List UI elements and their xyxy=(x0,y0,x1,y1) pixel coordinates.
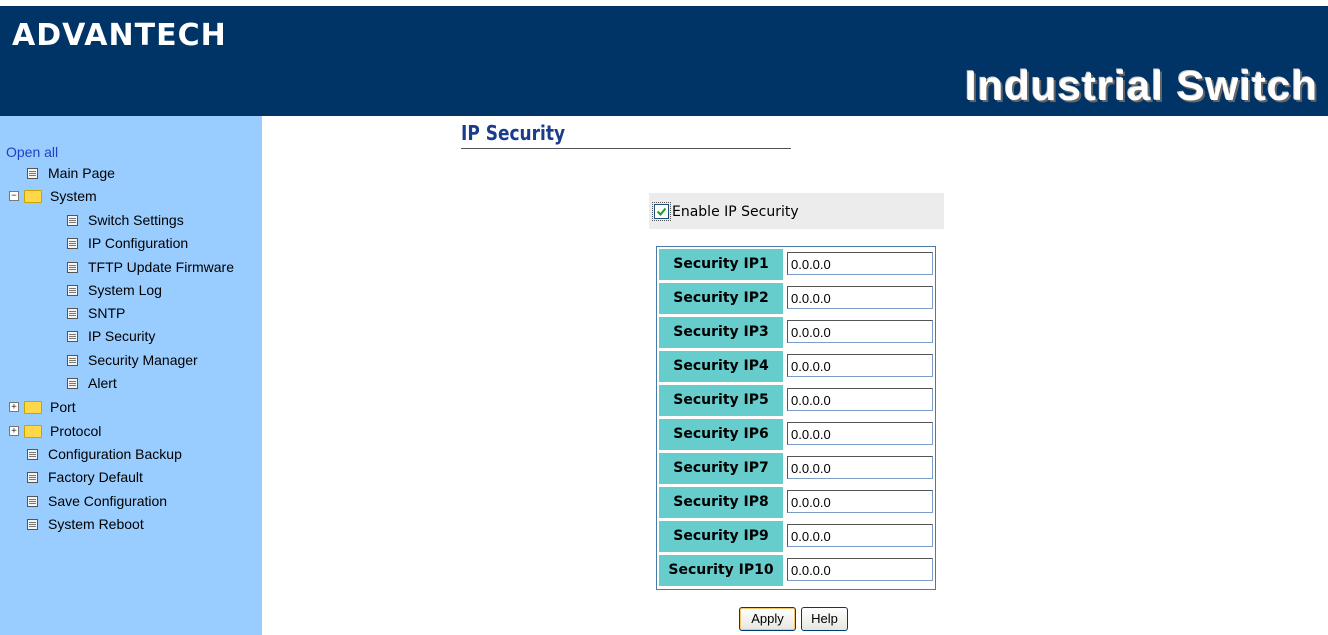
open-all-link[interactable]: Open all xyxy=(6,142,58,162)
security-ip-label: Security IP7 xyxy=(659,453,783,484)
security-ip-label: Security IP5 xyxy=(659,385,783,416)
sidebar-item-protocol[interactable]: + Protocol xyxy=(9,421,101,441)
header-banner: ADVANTECH Industrial Switch xyxy=(0,6,1328,116)
sidebar-item-label: Security Manager xyxy=(88,352,198,368)
security-ip-input[interactable]: 0.0.0.0 xyxy=(787,354,933,377)
sidebar-item-label: System Log xyxy=(88,282,162,298)
sidebar-item-label: Save Configuration xyxy=(48,493,168,509)
sidebar-item-label: SNTP xyxy=(88,305,126,321)
sidebar-item-system-reboot[interactable]: System Reboot xyxy=(27,514,144,534)
security-ip-label: Security IP9 xyxy=(659,521,783,552)
security-ip-label: Security IP1 xyxy=(659,249,783,280)
sidebar-item-label: Configuration Backup xyxy=(48,446,182,462)
sidebar-item-label: TFTP Update Firmware xyxy=(88,259,234,275)
sidebar-item-save-configuration[interactable]: Save Configuration xyxy=(27,491,167,511)
security-ip-input[interactable]: 0.0.0.0 xyxy=(787,252,933,275)
sidebar-item-system-log[interactable]: System Log xyxy=(67,280,162,300)
sidebar-item-label: Switch Settings xyxy=(88,212,184,228)
page-icon xyxy=(27,448,38,460)
expand-icon[interactable]: + xyxy=(9,426,19,436)
page-icon xyxy=(67,261,78,273)
sidebar: Open all Main Page − System Switch Setti… xyxy=(0,116,262,635)
security-ip-input[interactable]: 0.0.0.0 xyxy=(787,558,933,581)
sidebar-item-label: System Reboot xyxy=(48,516,144,532)
table-row: Security IP3 0.0.0.0 xyxy=(659,317,933,348)
page-icon xyxy=(27,167,38,179)
sidebar-item-system[interactable]: − System xyxy=(9,186,97,206)
table-row: Security IP4 0.0.0.0 xyxy=(659,351,933,382)
sidebar-item-ip-security[interactable]: IP Security xyxy=(67,326,155,346)
security-ip-input[interactable]: 0.0.0.0 xyxy=(787,490,933,513)
sidebar-item-security-manager[interactable]: Security Manager xyxy=(67,350,198,370)
security-ip-input[interactable]: 0.0.0.0 xyxy=(787,286,933,309)
page-icon xyxy=(27,518,38,530)
sidebar-item-label: Alert xyxy=(88,375,117,391)
security-ip-label: Security IP6 xyxy=(659,419,783,450)
security-ip-label: Security IP3 xyxy=(659,317,783,348)
table-row: Security IP1 0.0.0.0 xyxy=(659,249,933,280)
sidebar-item-tftp-update-firmware[interactable]: TFTP Update Firmware xyxy=(67,257,234,277)
table-row: Security IP10 0.0.0.0 xyxy=(659,555,933,586)
security-ip-input[interactable]: 0.0.0.0 xyxy=(787,422,933,445)
sidebar-item-label: Port xyxy=(50,399,76,415)
security-ip-label: Security IP4 xyxy=(659,351,783,382)
page-icon xyxy=(67,237,78,249)
collapse-icon[interactable]: − xyxy=(9,191,19,201)
sidebar-item-factory-default[interactable]: Factory Default xyxy=(27,467,143,487)
security-ip-input[interactable]: 0.0.0.0 xyxy=(787,388,933,411)
page-icon xyxy=(67,307,78,319)
sidebar-item-label: IP Security xyxy=(88,328,156,344)
sidebar-item-label: IP Configuration xyxy=(88,235,189,251)
title-underline xyxy=(461,148,791,149)
help-button[interactable]: Help xyxy=(801,607,848,631)
enable-ip-security-checkbox[interactable] xyxy=(652,202,671,221)
product-title: Industrial Switch xyxy=(964,62,1318,109)
security-ip-input[interactable]: 0.0.0.0 xyxy=(787,320,933,343)
folder-icon xyxy=(24,424,42,438)
apply-button[interactable]: Apply xyxy=(739,607,796,631)
security-ip-input[interactable]: 0.0.0.0 xyxy=(787,524,933,547)
sidebar-item-configuration-backup[interactable]: Configuration Backup xyxy=(27,444,182,464)
table-row: Security IP9 0.0.0.0 xyxy=(659,521,933,552)
folder-icon xyxy=(24,400,42,414)
sidebar-item-alert[interactable]: Alert xyxy=(67,373,117,393)
page-icon xyxy=(67,214,78,226)
table-row: Security IP2 0.0.0.0 xyxy=(659,283,933,314)
sidebar-item-label: System xyxy=(50,188,97,204)
expand-icon[interactable]: + xyxy=(9,402,19,412)
sidebar-item-switch-settings[interactable]: Switch Settings xyxy=(67,210,184,230)
table-row: Security IP7 0.0.0.0 xyxy=(659,453,933,484)
security-ip-label: Security IP10 xyxy=(659,555,783,586)
sidebar-item-sntp[interactable]: SNTP xyxy=(67,303,125,323)
page-icon xyxy=(67,330,78,342)
page-icon xyxy=(27,495,38,507)
logo: ADVANTECH xyxy=(12,18,227,53)
page-icon xyxy=(67,377,78,389)
table-row: Security IP6 0.0.0.0 xyxy=(659,419,933,450)
security-ip-table: Security IP1 0.0.0.0 Security IP2 0.0.0.… xyxy=(656,246,936,590)
sidebar-item-label: Protocol xyxy=(50,423,102,439)
sidebar-item-port[interactable]: + Port xyxy=(9,397,76,417)
table-row: Security IP5 0.0.0.0 xyxy=(659,385,933,416)
page-icon xyxy=(67,284,78,296)
checkmark-icon xyxy=(656,207,667,216)
sidebar-item-label: Main Page xyxy=(48,165,115,181)
security-ip-label: Security IP8 xyxy=(659,487,783,518)
page-title: IP Security xyxy=(461,121,566,145)
enable-ip-security-label[interactable]: Enable IP Security xyxy=(672,204,799,220)
sidebar-item-main-page[interactable]: Main Page xyxy=(27,163,115,183)
page-icon xyxy=(67,354,78,366)
sidebar-item-ip-configuration[interactable]: IP Configuration xyxy=(67,233,188,253)
folder-open-icon xyxy=(24,189,42,203)
security-ip-label: Security IP2 xyxy=(659,283,783,314)
table-row: Security IP8 0.0.0.0 xyxy=(659,487,933,518)
security-ip-input[interactable]: 0.0.0.0 xyxy=(787,456,933,479)
page-icon xyxy=(27,471,38,483)
sidebar-item-label: Factory Default xyxy=(48,469,143,485)
